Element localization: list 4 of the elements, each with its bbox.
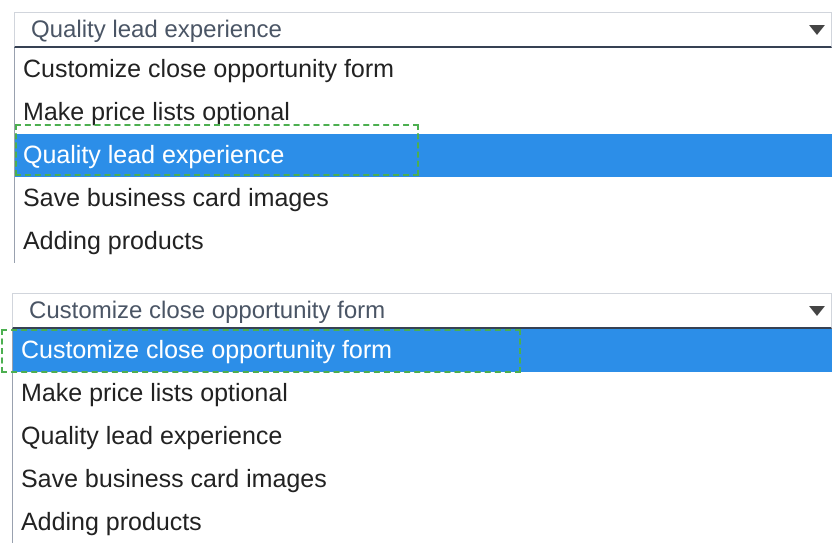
caret-icon: [809, 24, 825, 34]
dropdown-value: Customize close opportunity form: [29, 296, 386, 326]
dropdown-value: Quality lead experience: [31, 14, 282, 44]
caret-icon: [809, 306, 825, 316]
